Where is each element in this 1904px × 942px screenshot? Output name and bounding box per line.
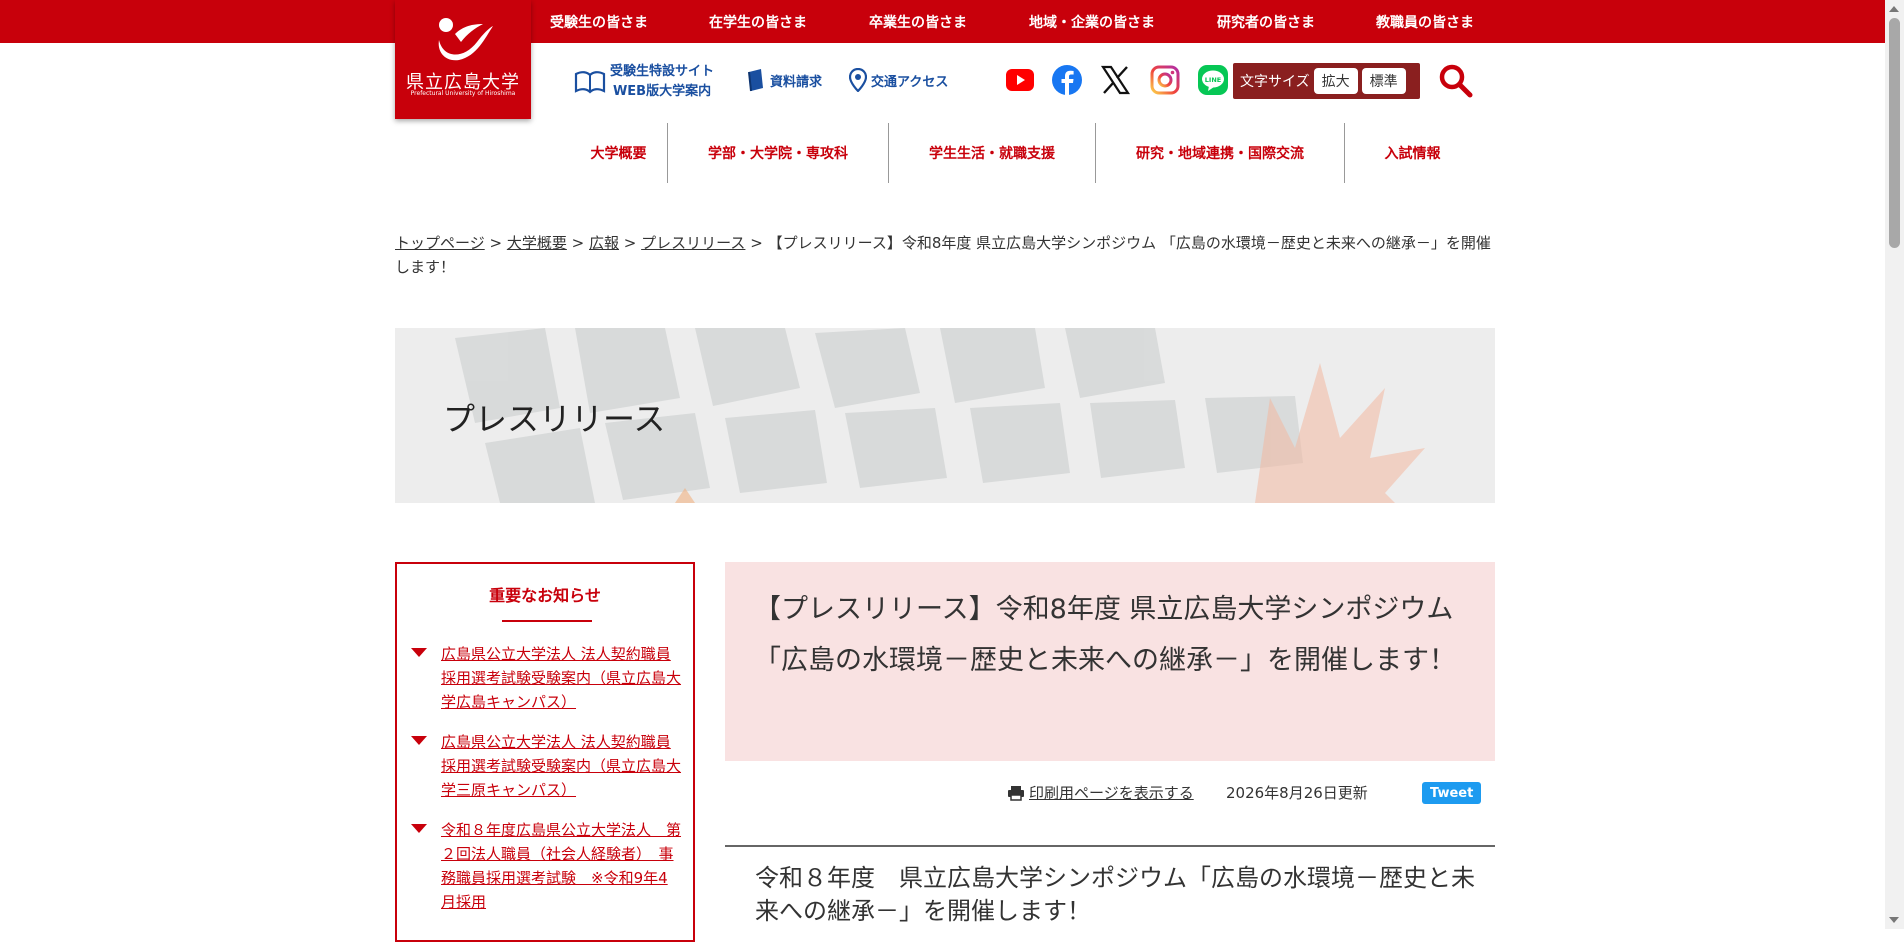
scroll-down-arrow-icon[interactable] [1889, 917, 1899, 923]
gnav-student-life[interactable]: 学生生活・就職支援 [889, 123, 1095, 183]
breadcrumb-separator: > [571, 234, 585, 252]
brochure-icon [748, 69, 763, 92]
breadcrumb-pr[interactable]: 広報 [589, 234, 619, 252]
instagram-icon[interactable] [1149, 64, 1181, 96]
breadcrumb-top[interactable]: トップページ [395, 234, 485, 252]
triangle-bullet-icon [411, 736, 427, 745]
scroll-up-arrow-icon[interactable] [1889, 6, 1899, 12]
x-icon[interactable] [1099, 64, 1131, 96]
brochure-label: 資料請求 [770, 74, 823, 90]
breadcrumb-separator: > [489, 234, 503, 252]
print-page-label: 印刷用ページを表示する [1029, 784, 1194, 802]
gnav-faculties[interactable]: 学部・大学院・専攻科 [668, 123, 888, 183]
exam-site-line2: WEB版大学案内 [612, 84, 712, 99]
exam-site-link[interactable]: 受験生特設サイト WEB版大学案内 [574, 62, 714, 102]
audience-link-applicants[interactable]: 受験生の皆さま [550, 0, 648, 43]
breadcrumb-about[interactable]: 大学概要 [507, 234, 567, 252]
vertical-scrollbar[interactable] [1885, 0, 1904, 929]
breadcrumb: トップページ > 大学概要 > 広報 > プレスリリース > 【プレスリリース】… [395, 231, 1495, 279]
notice-link[interactable]: 広島県公立大学法人 法人契約職員採用選考試験受験案内（県立広島大学三原キャンパス… [441, 730, 681, 802]
divider [725, 845, 1495, 847]
line-icon[interactable]: LINE [1197, 64, 1229, 96]
gnav-admissions[interactable]: 入試情報 [1345, 123, 1480, 183]
scrollbar-thumb[interactable] [1889, 18, 1900, 248]
font-size-switcher: 文字サイズ 拡大 標準 [1233, 63, 1420, 99]
gnav-research[interactable]: 研究・地域連携・国際交流 [1096, 123, 1344, 183]
page-title: 【プレスリリース】令和8年度 県立広島大学シンポジウム 「広島の水環境－歴史と未… [754, 594, 1456, 676]
triangle-bullet-icon [411, 824, 427, 833]
map-pin-icon [849, 68, 867, 92]
article-title: 令和８年度 県立広島大学シンポジウム「広島の水環境－歴史と未来への継承－」を開催… [755, 864, 1475, 925]
university-logo[interactable]: 県立広島大学 Prefectural University of Hiroshi… [395, 0, 531, 119]
audience-link-staff[interactable]: 教職員の皆さま [1376, 0, 1474, 43]
page-banner: プレスリリース [395, 328, 1495, 503]
triangle-bullet-icon [411, 648, 427, 657]
font-size-label: 文字サイズ [1240, 74, 1310, 90]
font-size-enlarge-button[interactable]: 拡大 [1313, 68, 1358, 94]
font-size-standard-button[interactable]: 標準 [1361, 68, 1406, 94]
youtube-icon[interactable] [1004, 64, 1036, 96]
breadcrumb-press-release[interactable]: プレスリリース [641, 234, 745, 252]
important-notices-panel: 重要なお知らせ 広島県公立大学法人 法人契約職員採用選考試験受験案内（県立広島大… [395, 562, 695, 942]
important-notices-title: 重要なお知らせ [489, 586, 601, 605]
svg-text:LINE: LINE [1205, 76, 1221, 84]
search-icon[interactable] [1438, 63, 1474, 99]
printer-icon [1008, 785, 1024, 801]
print-page-link[interactable]: 印刷用ページを表示する [1007, 782, 1194, 803]
title-underline [502, 620, 592, 622]
list-item: 令和８年度広島県公立大学法人 第２回法人職員（社会人経験者） 事務職員採用選考試… [411, 818, 681, 914]
exam-site-line1: 受験生特設サイト [610, 64, 715, 79]
audience-link-researchers[interactable]: 研究者の皆さま [1217, 0, 1315, 43]
list-item: 広島県公立大学法人 法人契約職員採用選考試験受験案内（県立広島大学広島キャンパス… [411, 642, 681, 714]
access-label: 交通アクセス [871, 74, 949, 90]
logo-mark-icon [438, 18, 493, 61]
list-item: 広島県公立大学法人 法人契約職員採用選考試験受験案内（県立広島大学三原キャンパス… [411, 730, 681, 802]
audience-link-students[interactable]: 在学生の皆さま [709, 0, 807, 43]
audience-link-alumni[interactable]: 卒業生の皆さま [869, 0, 967, 43]
banner-title: プレスリリース [443, 400, 666, 438]
brochure-request-link[interactable]: 資料請求 [746, 68, 822, 92]
tweet-button[interactable]: Tweet [1422, 782, 1482, 804]
audience-link-business[interactable]: 地域・企業の皆さま [1029, 0, 1155, 43]
access-link[interactable]: 交通アクセス [849, 68, 948, 92]
notice-link[interactable]: 令和８年度広島県公立大学法人 第２回法人職員（社会人経験者） 事務職員採用選考試… [441, 818, 681, 914]
breadcrumb-separator: > [623, 234, 637, 252]
updated-date: 2026年8月26日更新 [1226, 784, 1368, 802]
notice-link[interactable]: 広島県公立大学法人 法人契約職員採用選考試験受験案内（県立広島大学広島キャンパス… [441, 642, 681, 714]
article-headline-box: 【プレスリリース】令和8年度 県立広島大学シンポジウム 「広島の水環境－歴史と未… [725, 562, 1495, 761]
logo-subtitle: Prefectural University of Hiroshima [410, 90, 516, 97]
open-book-icon [574, 71, 606, 94]
breadcrumb-separator: > [750, 234, 763, 252]
facebook-icon[interactable] [1051, 64, 1083, 96]
